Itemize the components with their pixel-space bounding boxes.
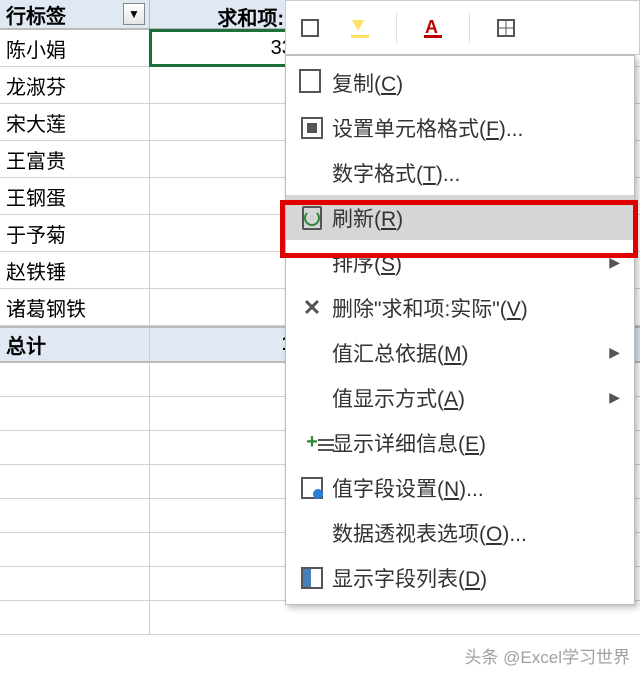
name-cell[interactable]: 宋大莲 — [0, 104, 150, 140]
empty-cell[interactable] — [0, 397, 150, 430]
menu-field-list[interactable]: 显示字段列表(D) — [286, 555, 634, 600]
name-cell[interactable]: 陈小娟 — [0, 30, 150, 66]
name-cell[interactable]: 龙淑芬 — [0, 67, 150, 103]
menu-show-as[interactable]: 值显示方式(A) ▶ — [286, 375, 634, 420]
copy-icon — [303, 73, 321, 93]
name-cell[interactable]: 诸葛钢铁 — [0, 289, 150, 325]
row-labels-header[interactable]: 行标签 ▼ — [0, 0, 150, 28]
name-cell[interactable]: 赵铁锤 — [0, 252, 150, 288]
submenu-arrow-icon: ▶ — [609, 254, 620, 271]
expand-icon: + — [306, 431, 318, 454]
submenu-arrow-icon: ▶ — [609, 344, 620, 361]
field-list-icon — [301, 567, 323, 589]
submenu-arrow-icon: ▶ — [609, 389, 620, 406]
separator — [469, 13, 470, 43]
empty-cell[interactable] — [0, 567, 150, 600]
empty-cell[interactable] — [0, 601, 150, 634]
toolbar-button[interactable] — [296, 14, 324, 42]
menu-format-cells[interactable]: 设置单元格格式(F)... — [286, 105, 634, 150]
menu-field-settings[interactable]: 值字段设置(N)... — [286, 465, 634, 510]
empty-cell[interactable] — [0, 499, 150, 532]
menu-sort[interactable]: 排序(S) ▶ — [286, 240, 634, 285]
mini-toolbar: A — [285, 0, 640, 55]
svg-text:A: A — [425, 17, 438, 37]
menu-copy[interactable]: 复制(C) — [286, 60, 634, 105]
menu-delete-field[interactable]: ✕ 删除"求和项:实际"(V) — [286, 285, 634, 330]
menu-pivot-options[interactable]: 数据透视表选项(O)... — [286, 510, 634, 555]
empty-cell[interactable] — [0, 465, 150, 498]
empty-cell[interactable] — [0, 533, 150, 566]
watermark: 头条 @Excel学习世界 — [464, 643, 630, 668]
name-cell[interactable]: 王钢蛋 — [0, 178, 150, 214]
empty-cell[interactable] — [0, 431, 150, 464]
row-labels-filter-button[interactable]: ▼ — [123, 3, 145, 25]
menu-number-format[interactable]: 数字格式(T)... — [286, 150, 634, 195]
separator — [396, 13, 397, 43]
delete-icon: ✕ — [303, 295, 321, 321]
field-settings-icon — [301, 477, 323, 499]
empty-cell[interactable] — [150, 601, 310, 634]
menu-refresh[interactable]: 刷新(R) — [286, 195, 634, 240]
border-button[interactable] — [492, 14, 520, 42]
refresh-icon — [302, 206, 322, 230]
totals-label-cell[interactable]: 总计 — [0, 328, 150, 361]
menu-show-detail[interactable]: + 显示详细信息(E) — [286, 420, 634, 465]
format-cells-icon — [301, 117, 323, 139]
empty-cell[interactable] — [0, 363, 150, 396]
menu-summarize-by[interactable]: 值汇总依据(M) ▶ — [286, 330, 634, 375]
row-labels-text: 行标签 — [6, 0, 66, 29]
chevron-down-icon: ▼ — [128, 7, 140, 21]
fill-color-button[interactable] — [346, 14, 374, 42]
font-color-button[interactable]: A — [419, 14, 447, 42]
name-cell[interactable]: 王富贵 — [0, 141, 150, 177]
name-cell[interactable]: 于予菊 — [0, 215, 150, 251]
context-menu: 复制(C) 设置单元格格式(F)... 数字格式(T)... 刷新(R) 排序(… — [285, 55, 635, 605]
